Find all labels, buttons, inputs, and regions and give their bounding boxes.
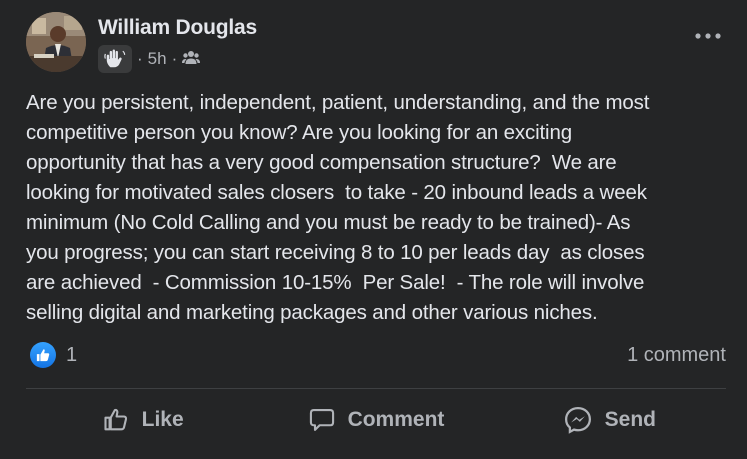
separator-dot: · xyxy=(171,49,178,68)
like-button[interactable]: Like xyxy=(26,394,259,446)
messenger-icon xyxy=(563,405,593,435)
like-count[interactable]: 1 xyxy=(66,344,77,367)
divider xyxy=(26,388,726,389)
reaction-stats: 1 1 comment xyxy=(26,338,726,374)
comment-bubble-icon xyxy=(308,406,336,434)
author-name[interactable]: William Douglas xyxy=(98,16,257,40)
send-label: Send xyxy=(604,408,656,431)
like-reaction-icon[interactable] xyxy=(30,342,56,368)
comment-count[interactable]: 1 comment xyxy=(627,344,726,367)
comment-button[interactable]: Comment xyxy=(259,394,492,446)
post-time[interactable]: 5h xyxy=(148,49,167,69)
more-options-icon[interactable] xyxy=(690,24,726,48)
action-bar: Like Comment Send xyxy=(26,394,726,446)
like-label: Like xyxy=(141,408,184,431)
comment-label: Comment xyxy=(347,408,445,431)
avatar[interactable] xyxy=(26,12,86,72)
separator-dot: · xyxy=(137,49,143,68)
post-header: William Douglas · 5h · xyxy=(26,12,726,76)
raised-hand-icon[interactable] xyxy=(98,45,132,73)
send-button[interactable]: Send xyxy=(493,394,726,446)
post-meta: · 5h · xyxy=(98,45,201,73)
thumbs-up-icon xyxy=(102,406,130,434)
post-card: William Douglas · 5h · Are you persisten… xyxy=(0,0,747,459)
post-body: Are you persistent, independent, patient… xyxy=(26,91,650,324)
group-icon[interactable] xyxy=(182,49,201,70)
